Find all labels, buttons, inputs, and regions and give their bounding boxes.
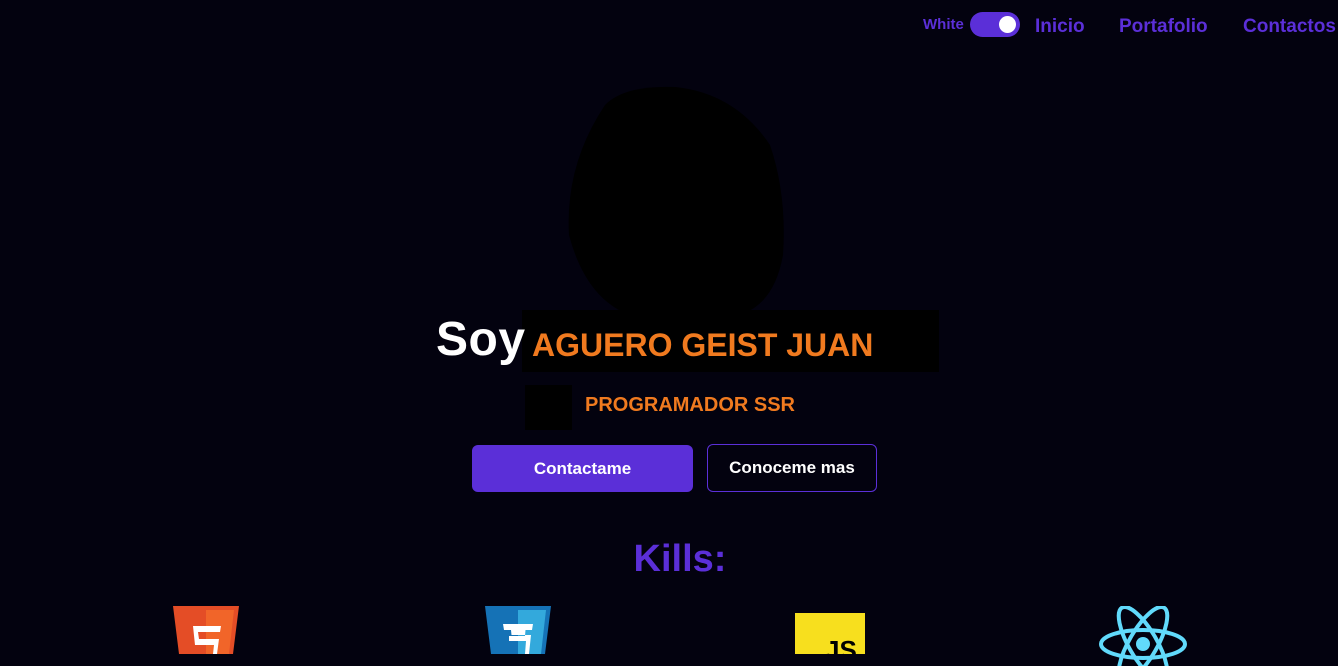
skills-title: Kills:: [633, 538, 727, 580]
hero-role: PROGRAMADOR SSR: [584, 394, 795, 416]
hero-prefix: Soy: [436, 313, 526, 366]
react-icon: [1099, 606, 1187, 666]
javascript-icon: JS: [795, 613, 865, 654]
html5-icon: [173, 606, 239, 654]
css3-icon: [485, 606, 551, 654]
js-label: JS: [825, 635, 857, 654]
hero-name: AGUERO GEIST JUAN: [532, 327, 874, 363]
nav-link-portafolio[interactable]: Portafolio: [1119, 16, 1208, 38]
nav-link-contactos[interactable]: Contactos: [1243, 16, 1336, 38]
toggle-knob: [999, 16, 1016, 33]
nav-link-inicio[interactable]: Inicio: [1035, 16, 1085, 38]
profile-photo: [568, 86, 784, 314]
contact-button[interactable]: Contactame: [472, 445, 693, 492]
about-button[interactable]: Conoceme mas: [707, 444, 877, 492]
theme-toggle-label: White: [923, 16, 964, 33]
theme-toggle-switch[interactable]: [970, 12, 1020, 37]
